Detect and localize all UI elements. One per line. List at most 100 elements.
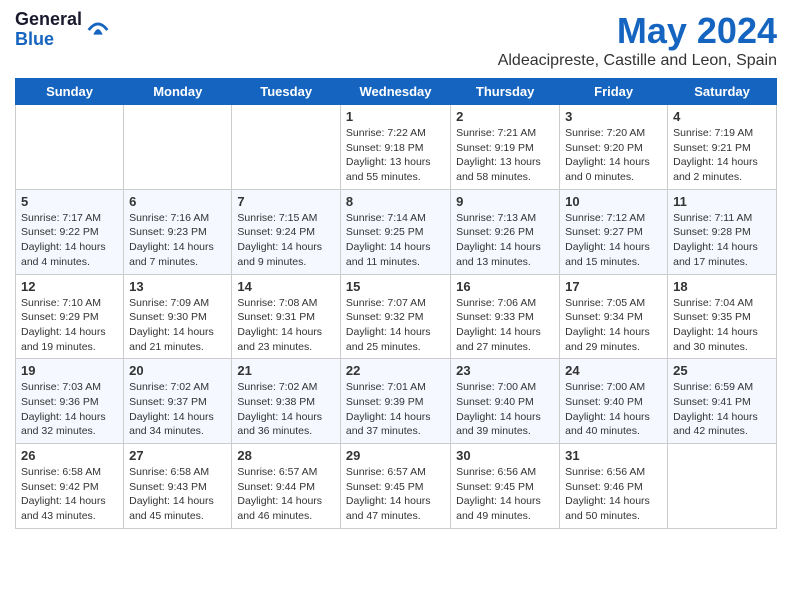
day-number: 13 bbox=[129, 279, 226, 294]
sunset-text: Sunset: 9:36 PM bbox=[21, 396, 99, 408]
daylight-text: Daylight: 14 hours and 23 minutes. bbox=[237, 326, 322, 353]
calendar-day-cell: 12 Sunrise: 7:10 AM Sunset: 9:29 PM Dayl… bbox=[16, 274, 124, 359]
sunset-text: Sunset: 9:33 PM bbox=[456, 311, 534, 323]
day-info: Sunrise: 7:02 AM Sunset: 9:37 PM Dayligh… bbox=[129, 380, 226, 439]
daylight-text: Daylight: 14 hours and 9 minutes. bbox=[237, 241, 322, 268]
page-container: General Blue May 2024 Aldeacipreste, Cas… bbox=[0, 0, 792, 539]
daylight-text: Daylight: 14 hours and 32 minutes. bbox=[21, 411, 106, 438]
day-info: Sunrise: 7:19 AM Sunset: 9:21 PM Dayligh… bbox=[673, 126, 771, 185]
sunrise-text: Sunrise: 7:00 AM bbox=[456, 381, 536, 393]
title-block: May 2024 Aldeacipreste, Castille and Leo… bbox=[498, 10, 777, 70]
daylight-text: Daylight: 14 hours and 0 minutes. bbox=[565, 156, 650, 183]
calendar-day-cell: 30 Sunrise: 6:56 AM Sunset: 9:45 PM Dayl… bbox=[451, 444, 560, 529]
calendar-day-cell: 23 Sunrise: 7:00 AM Sunset: 9:40 PM Dayl… bbox=[451, 359, 560, 444]
logo-text: General Blue bbox=[15, 10, 82, 50]
day-number: 10 bbox=[565, 194, 662, 209]
day-number: 28 bbox=[237, 448, 335, 463]
sunrise-text: Sunrise: 7:06 AM bbox=[456, 297, 536, 309]
calendar-day-cell bbox=[16, 105, 124, 190]
logo-blue: Blue bbox=[15, 30, 82, 50]
calendar-day-cell: 15 Sunrise: 7:07 AM Sunset: 9:32 PM Dayl… bbox=[340, 274, 450, 359]
day-number: 3 bbox=[565, 109, 662, 124]
daylight-text: Daylight: 14 hours and 50 minutes. bbox=[565, 495, 650, 522]
calendar-day-cell: 8 Sunrise: 7:14 AM Sunset: 9:25 PM Dayli… bbox=[340, 189, 450, 274]
day-number: 7 bbox=[237, 194, 335, 209]
day-number: 6 bbox=[129, 194, 226, 209]
calendar-week-row: 5 Sunrise: 7:17 AM Sunset: 9:22 PM Dayli… bbox=[16, 189, 777, 274]
day-info: Sunrise: 6:56 AM Sunset: 9:46 PM Dayligh… bbox=[565, 465, 662, 524]
sunset-text: Sunset: 9:35 PM bbox=[673, 311, 751, 323]
sunrise-text: Sunrise: 7:14 AM bbox=[346, 212, 426, 224]
calendar-day-cell: 29 Sunrise: 6:57 AM Sunset: 9:45 PM Dayl… bbox=[340, 444, 450, 529]
col-thursday: Thursday bbox=[451, 79, 560, 105]
day-number: 9 bbox=[456, 194, 554, 209]
calendar-day-cell: 7 Sunrise: 7:15 AM Sunset: 9:24 PM Dayli… bbox=[232, 189, 341, 274]
day-info: Sunrise: 6:57 AM Sunset: 9:45 PM Dayligh… bbox=[346, 465, 445, 524]
day-info: Sunrise: 7:14 AM Sunset: 9:25 PM Dayligh… bbox=[346, 211, 445, 270]
col-sunday: Sunday bbox=[16, 79, 124, 105]
location: Aldeacipreste, Castille and Leon, Spain bbox=[498, 52, 777, 70]
day-number: 12 bbox=[21, 279, 118, 294]
sunrise-text: Sunrise: 7:16 AM bbox=[129, 212, 209, 224]
day-info: Sunrise: 7:17 AM Sunset: 9:22 PM Dayligh… bbox=[21, 211, 118, 270]
daylight-text: Daylight: 13 hours and 55 minutes. bbox=[346, 156, 431, 183]
sunset-text: Sunset: 9:18 PM bbox=[346, 142, 424, 154]
calendar-day-cell: 14 Sunrise: 7:08 AM Sunset: 9:31 PM Dayl… bbox=[232, 274, 341, 359]
day-info: Sunrise: 7:00 AM Sunset: 9:40 PM Dayligh… bbox=[565, 380, 662, 439]
daylight-text: Daylight: 14 hours and 27 minutes. bbox=[456, 326, 541, 353]
calendar-day-cell: 11 Sunrise: 7:11 AM Sunset: 9:28 PM Dayl… bbox=[668, 189, 777, 274]
day-info: Sunrise: 7:22 AM Sunset: 9:18 PM Dayligh… bbox=[346, 126, 445, 185]
header-row: Sunday Monday Tuesday Wednesday Thursday… bbox=[16, 79, 777, 105]
sunset-text: Sunset: 9:25 PM bbox=[346, 226, 424, 238]
sunrise-text: Sunrise: 6:58 AM bbox=[21, 466, 101, 478]
sunset-text: Sunset: 9:28 PM bbox=[673, 226, 751, 238]
sunrise-text: Sunrise: 7:02 AM bbox=[237, 381, 317, 393]
calendar-day-cell: 2 Sunrise: 7:21 AM Sunset: 9:19 PM Dayli… bbox=[451, 105, 560, 190]
day-info: Sunrise: 6:56 AM Sunset: 9:45 PM Dayligh… bbox=[456, 465, 554, 524]
daylight-text: Daylight: 14 hours and 42 minutes. bbox=[673, 411, 758, 438]
day-info: Sunrise: 7:04 AM Sunset: 9:35 PM Dayligh… bbox=[673, 296, 771, 355]
day-info: Sunrise: 7:00 AM Sunset: 9:40 PM Dayligh… bbox=[456, 380, 554, 439]
day-number: 19 bbox=[21, 363, 118, 378]
daylight-text: Daylight: 14 hours and 30 minutes. bbox=[673, 326, 758, 353]
daylight-text: Daylight: 14 hours and 40 minutes. bbox=[565, 411, 650, 438]
daylight-text: Daylight: 14 hours and 34 minutes. bbox=[129, 411, 214, 438]
calendar-day-cell: 22 Sunrise: 7:01 AM Sunset: 9:39 PM Dayl… bbox=[340, 359, 450, 444]
sunrise-text: Sunrise: 6:56 AM bbox=[456, 466, 536, 478]
sunrise-text: Sunrise: 7:19 AM bbox=[673, 127, 753, 139]
day-number: 27 bbox=[129, 448, 226, 463]
col-tuesday: Tuesday bbox=[232, 79, 341, 105]
day-info: Sunrise: 7:16 AM Sunset: 9:23 PM Dayligh… bbox=[129, 211, 226, 270]
day-info: Sunrise: 7:08 AM Sunset: 9:31 PM Dayligh… bbox=[237, 296, 335, 355]
logo-general: General bbox=[15, 10, 82, 30]
sunrise-text: Sunrise: 6:56 AM bbox=[565, 466, 645, 478]
daylight-text: Daylight: 14 hours and 15 minutes. bbox=[565, 241, 650, 268]
day-info: Sunrise: 7:09 AM Sunset: 9:30 PM Dayligh… bbox=[129, 296, 226, 355]
sunset-text: Sunset: 9:22 PM bbox=[21, 226, 99, 238]
calendar-day-cell: 6 Sunrise: 7:16 AM Sunset: 9:23 PM Dayli… bbox=[124, 189, 232, 274]
day-number: 24 bbox=[565, 363, 662, 378]
day-number: 20 bbox=[129, 363, 226, 378]
calendar-day-cell: 13 Sunrise: 7:09 AM Sunset: 9:30 PM Dayl… bbox=[124, 274, 232, 359]
day-info: Sunrise: 6:58 AM Sunset: 9:42 PM Dayligh… bbox=[21, 465, 118, 524]
day-info: Sunrise: 7:03 AM Sunset: 9:36 PM Dayligh… bbox=[21, 380, 118, 439]
daylight-text: Daylight: 14 hours and 39 minutes. bbox=[456, 411, 541, 438]
page-header: General Blue May 2024 Aldeacipreste, Cas… bbox=[15, 10, 777, 70]
day-info: Sunrise: 6:57 AM Sunset: 9:44 PM Dayligh… bbox=[237, 465, 335, 524]
calendar-day-cell: 18 Sunrise: 7:04 AM Sunset: 9:35 PM Dayl… bbox=[668, 274, 777, 359]
day-number: 14 bbox=[237, 279, 335, 294]
day-number: 26 bbox=[21, 448, 118, 463]
sunrise-text: Sunrise: 6:57 AM bbox=[346, 466, 426, 478]
sunrise-text: Sunrise: 7:08 AM bbox=[237, 297, 317, 309]
sunset-text: Sunset: 9:38 PM bbox=[237, 396, 315, 408]
day-number: 23 bbox=[456, 363, 554, 378]
calendar-day-cell: 19 Sunrise: 7:03 AM Sunset: 9:36 PM Dayl… bbox=[16, 359, 124, 444]
sunset-text: Sunset: 9:46 PM bbox=[565, 481, 643, 493]
sunrise-text: Sunrise: 7:17 AM bbox=[21, 212, 101, 224]
col-monday: Monday bbox=[124, 79, 232, 105]
daylight-text: Daylight: 14 hours and 37 minutes. bbox=[346, 411, 431, 438]
day-number: 16 bbox=[456, 279, 554, 294]
sunrise-text: Sunrise: 6:59 AM bbox=[673, 381, 753, 393]
daylight-text: Daylight: 14 hours and 17 minutes. bbox=[673, 241, 758, 268]
daylight-text: Daylight: 14 hours and 13 minutes. bbox=[456, 241, 541, 268]
